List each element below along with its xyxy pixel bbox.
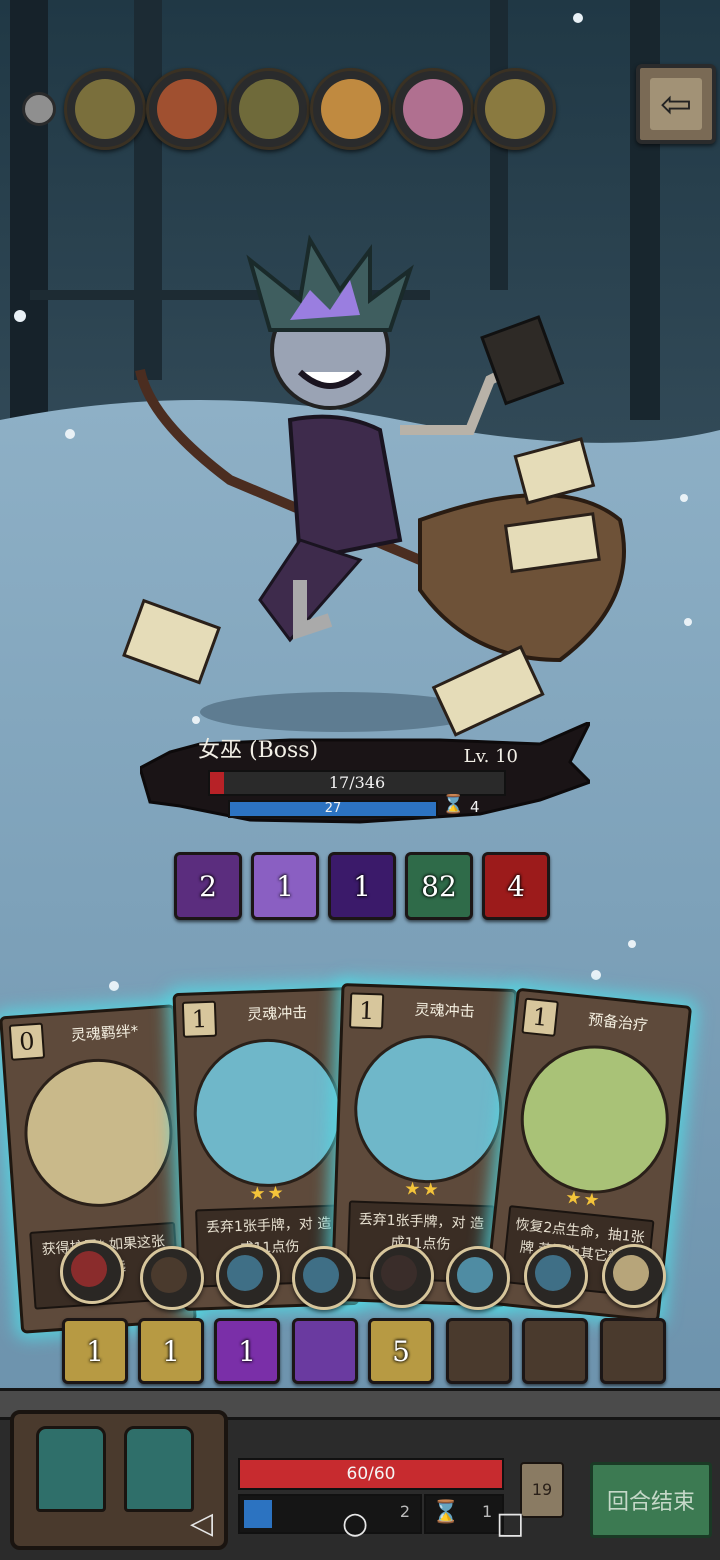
eye-icon[interactable]: 1 [214,1318,280,1384]
portrait-chip-5[interactable] [392,68,474,150]
boss-name: 女巫 (Boss) [198,738,319,763]
boss-effect-4[interactable]: 82 [405,852,473,920]
boot-icon-3[interactable]: 5 [368,1318,434,1384]
boss-hp-text: 17/346 [328,773,386,792]
card-art [351,1032,505,1186]
card-title: 灵魂冲击 [414,1000,475,1021]
player-hp-bar: 60/60 [238,1458,504,1490]
fox-character-icon [321,79,381,139]
card-title: 预备治疗 [587,1010,649,1035]
boss-effect-3[interactable]: 1 [328,852,396,920]
nav-back-icon[interactable]: ◁ [190,1506,213,1541]
player-shield-value: 2 [399,1502,410,1521]
menu-indicator-dot[interactable] [22,92,56,126]
boss-effect-2[interactable]: 1 [251,852,319,920]
player-shield-fill [244,1500,272,1528]
boss-effect-1-value: 2 [199,869,217,903]
player-shield-box: 2 [238,1494,422,1534]
portrait-chip-2[interactable] [146,68,228,150]
boot-icon-2-value: 1 [162,1334,180,1368]
boss-effect-5[interactable]: 4 [482,852,550,920]
hat-token[interactable] [140,1246,204,1310]
card-stars: ★★ [403,1178,441,1201]
card-art [513,1038,677,1201]
lightning-token[interactable] [446,1246,510,1310]
game-screen: ⇦ 女巫 (Boss) Lv. 10 17/346 27 ⌛ 4 2 1 1 8… [0,0,720,1560]
nav-home-icon[interactable]: ○ [342,1506,368,1541]
cloaked-token[interactable] [370,1244,434,1308]
skull-token-2[interactable] [292,1246,356,1310]
card-cost: 0 [8,1022,46,1061]
card-cost: 1 [349,992,385,1030]
hat-character-icon [239,79,299,139]
witch-party-icon [157,79,217,139]
hourglass-icon: ⌛ [442,794,465,815]
boss-hourglass-count: 4 [470,798,480,816]
boss-shield-bar: 27 [228,800,438,818]
card-cost: 1 [181,1000,218,1038]
deck-count[interactable]: 19 [520,1462,564,1518]
scroll-icon [485,79,545,139]
player-hourglass-box: ⌛ 1 [424,1494,504,1534]
character-status-icon[interactable] [292,1318,358,1384]
portrait-chip-6[interactable] [474,68,556,150]
hero-portrait-2[interactable] [124,1426,194,1512]
weapon-icon[interactable] [600,1318,666,1384]
boss-status-panel: 女巫 (Boss) Lv. 10 17/346 27 ⌛ 4 [140,722,590,832]
boss-hp-bar: 17/346 [208,770,506,796]
boot-icon-3-value: 5 [392,1334,410,1368]
card-art [191,1036,345,1190]
staff-token[interactable] [602,1244,666,1308]
card-title: 灵魂羁绊* [70,1021,139,1045]
boss-effect-2-value: 1 [276,869,294,903]
boot-icon-1[interactable]: 1 [62,1318,128,1384]
eye-icon-value: 1 [238,1334,256,1368]
boss-effect-1[interactable]: 2 [174,852,242,920]
back-button[interactable]: ⇦ [636,64,716,144]
hourglass-icon: ⌛ [432,1500,460,1525]
player-hourglass-value: 1 [482,1502,493,1521]
hero-portrait-1[interactable] [36,1426,106,1512]
card-stars: ★★ [249,1182,287,1205]
boss-effect-4-value: 82 [421,869,457,903]
card-art [19,1053,178,1212]
jester-character-icon [403,79,463,139]
portrait-chip-1[interactable] [64,68,146,150]
end-turn-button[interactable]: 回合结束 [590,1462,712,1538]
back-arrow-icon: ⇦ [650,78,702,130]
boot-icon-1-value: 1 [86,1334,104,1368]
battle-scene-icon-2[interactable] [522,1318,588,1384]
boss-level: Lv. 10 [463,746,518,767]
nav-recent-icon[interactable]: □ [496,1506,524,1541]
boss-effect-3-value: 1 [353,869,371,903]
hooded-figure-token[interactable] [60,1240,124,1304]
bat-enemy-icon [75,79,135,139]
boss-effect-5-value: 4 [507,869,525,903]
skull-token[interactable] [216,1244,280,1308]
boss-shield-text: 27 [324,801,342,816]
card-title: 灵魂冲击 [246,1003,308,1024]
boot-icon-2[interactable]: 1 [138,1318,204,1384]
player-hp-text: 60/60 [346,1464,396,1484]
portrait-chip-3[interactable] [228,68,310,150]
portrait-chip-4[interactable] [310,68,392,150]
card-cost: 1 [521,997,559,1037]
skull-token-3[interactable] [524,1244,588,1308]
battle-scene-icon-1[interactable] [446,1318,512,1384]
